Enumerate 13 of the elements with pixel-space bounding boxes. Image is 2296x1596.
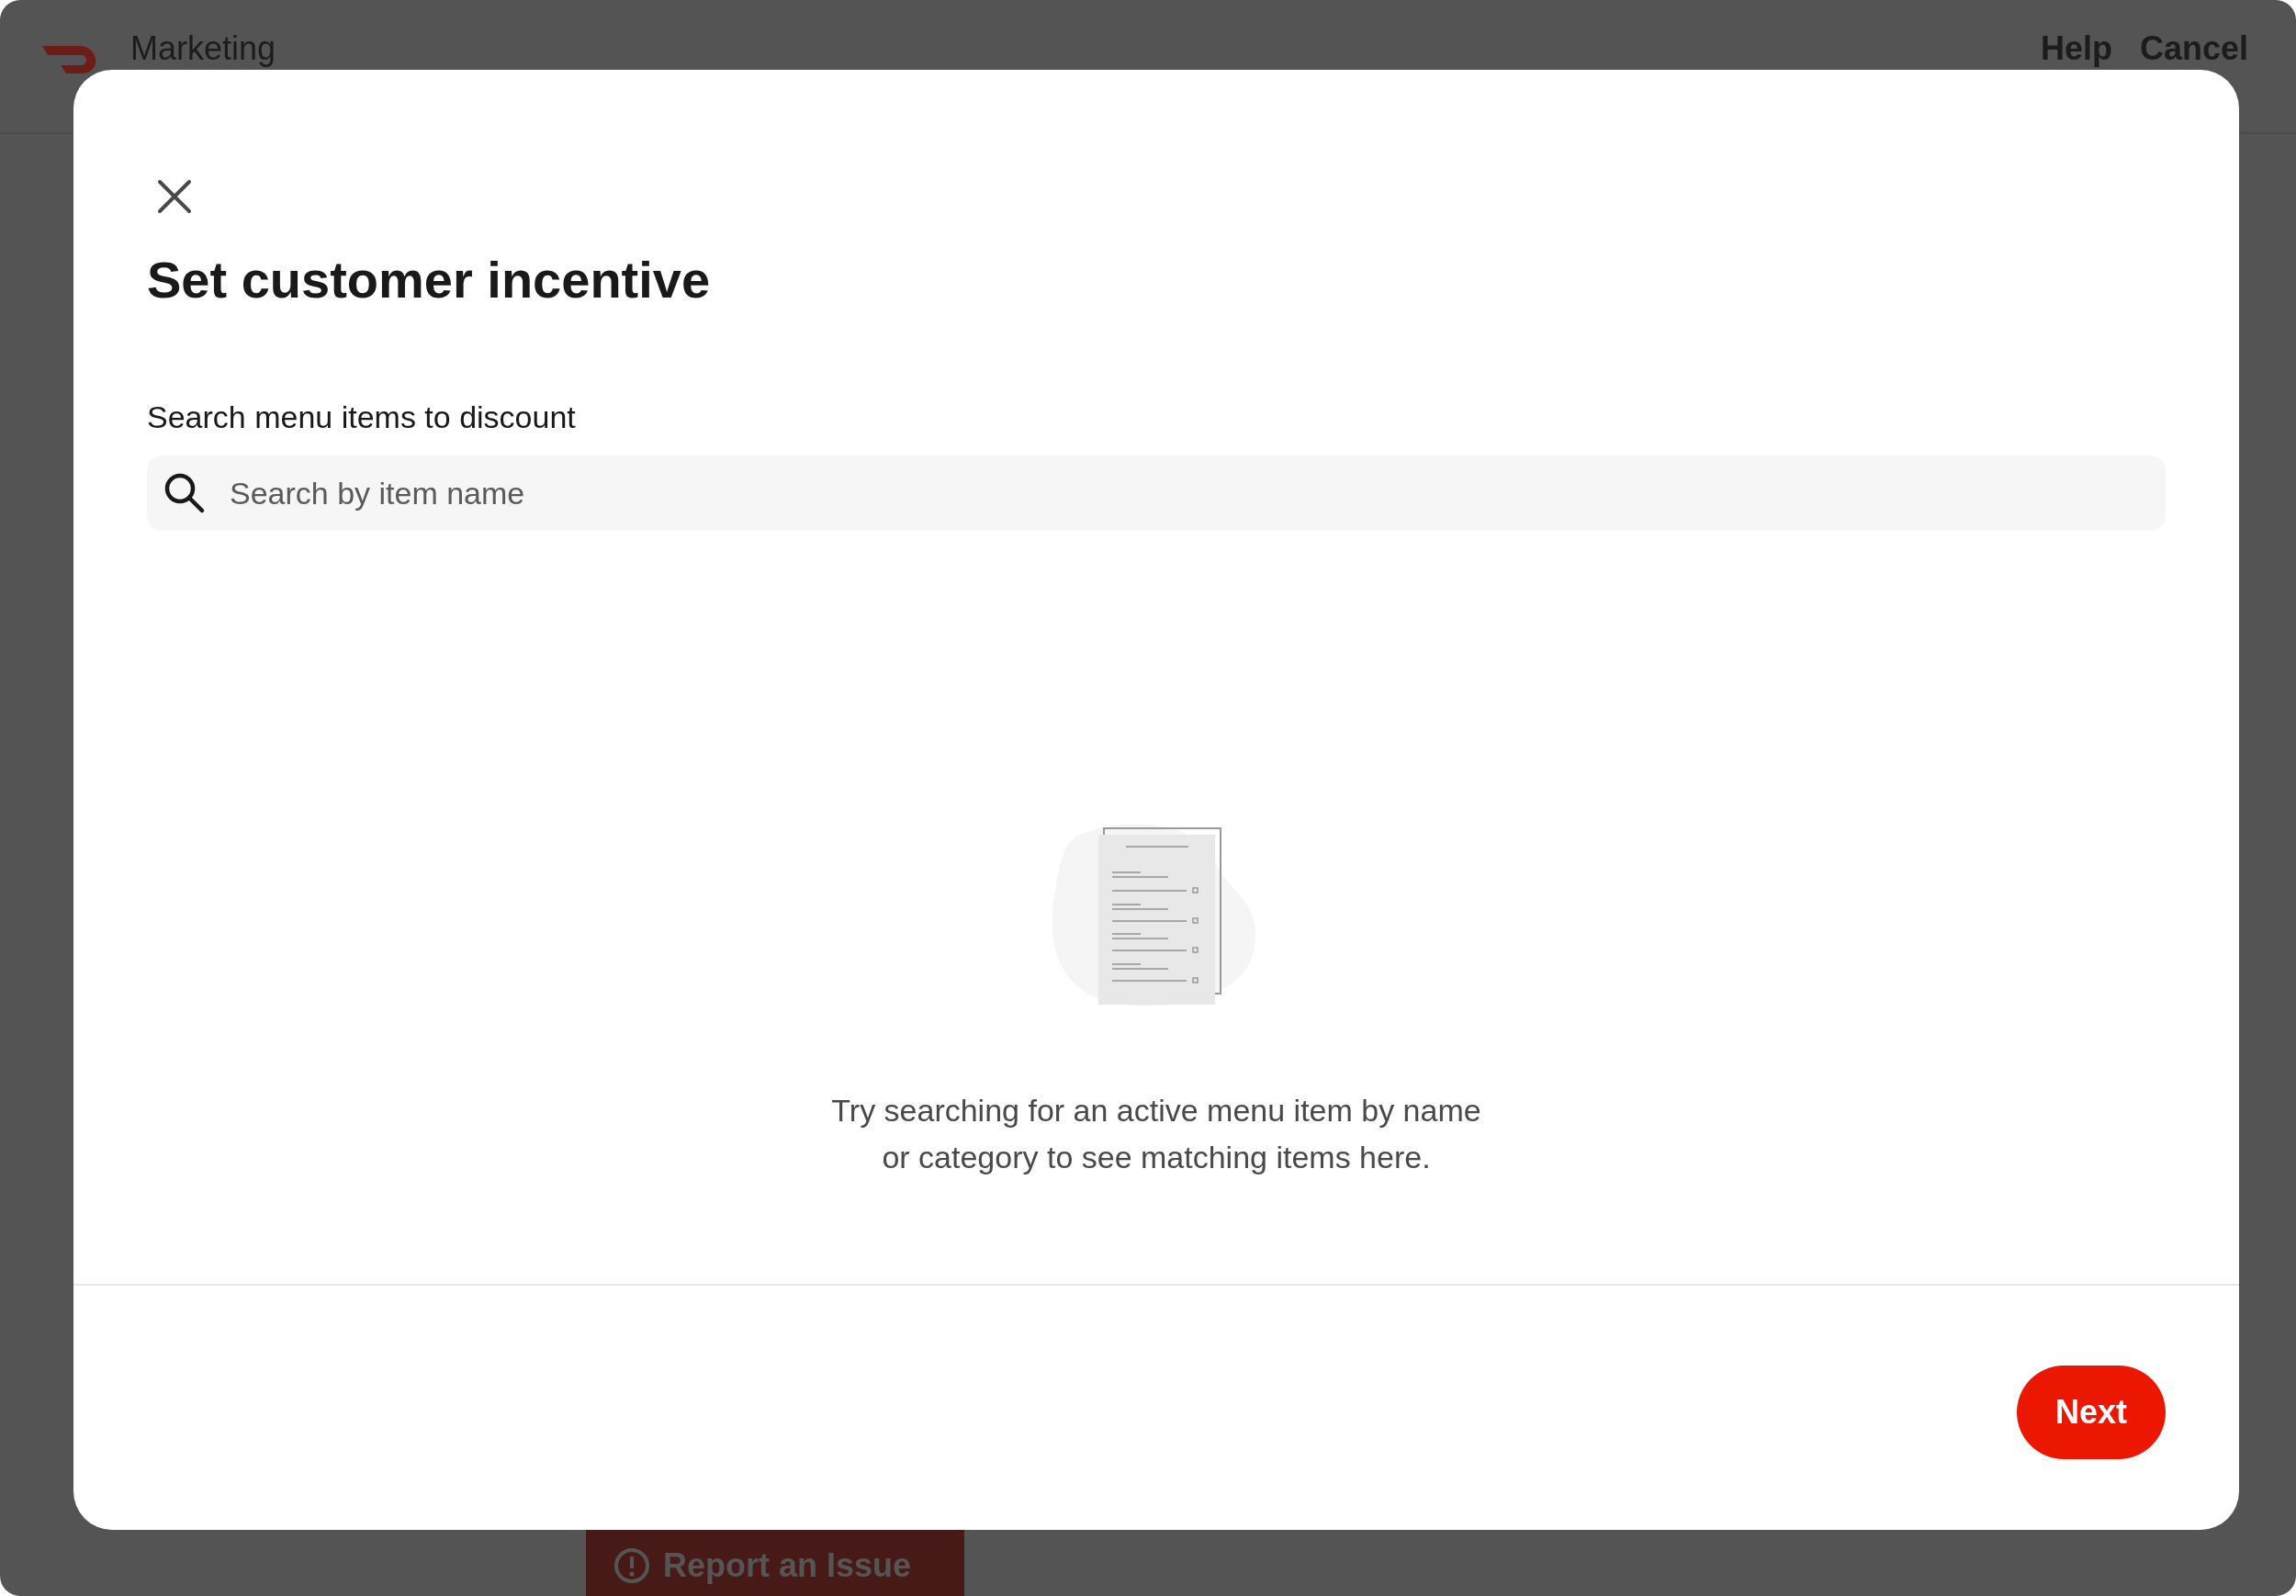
next-button[interactable]: Next — [2016, 1366, 2166, 1459]
header-link[interactable]: Help — [2040, 31, 2112, 66]
alert-icon — [613, 1547, 650, 1584]
header-link[interactable]: Cancel — [2139, 31, 2248, 66]
close-button[interactable] — [156, 178, 193, 215]
modal-title: Set customer incentive — [147, 250, 712, 309]
app-name: Marketing — [130, 31, 276, 66]
report-issue-button[interactable]: Report an Issue — [586, 1530, 964, 1596]
search-label: Search menu items to discount — [147, 399, 577, 435]
close-icon — [156, 178, 193, 215]
empty-state-message: Try searching for an active menu item by name or category to see matching items here. — [830, 1092, 1482, 1176]
search-field[interactable]: Search by item name — [147, 455, 2166, 531]
search-icon — [163, 472, 206, 514]
